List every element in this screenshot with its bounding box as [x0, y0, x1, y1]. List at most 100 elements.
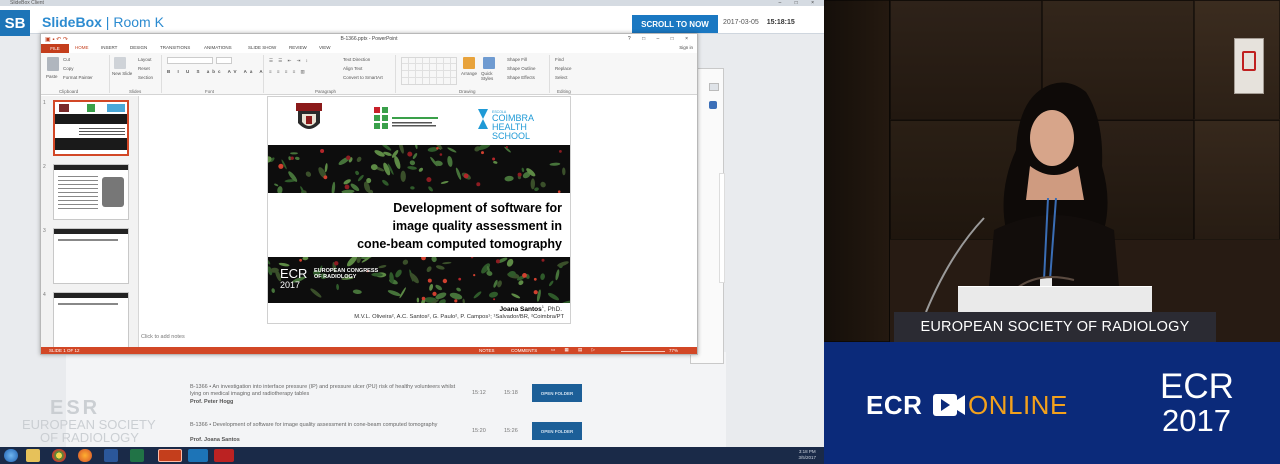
slidebox-taskbar-icon[interactable] [188, 449, 208, 462]
open-folder-button[interactable]: OPEN FOLDER [532, 422, 582, 440]
replace-button[interactable]: Replace [555, 66, 572, 71]
shape-outline-button[interactable]: Shape Outline [507, 66, 536, 71]
screen-capture: SlideBox Client – □ × SB SlideBox | Room… [0, 0, 824, 464]
wall-panel [1194, 120, 1280, 240]
powerpoint-window-controls[interactable]: ? □ – □ × [628, 34, 693, 44]
thumb-number: 3 [43, 228, 46, 234]
arrange-icon[interactable] [463, 57, 475, 69]
search-icon[interactable] [709, 83, 719, 91]
arrange-button[interactable]: Arrange [461, 71, 477, 76]
health-school-emblem-icon [478, 109, 488, 129]
wall-panel [824, 0, 890, 342]
shapes-gallery[interactable] [401, 57, 457, 85]
ecr-logo-year-big: 2017 [1162, 403, 1231, 438]
text-direction-button[interactable]: Text Direction [343, 57, 370, 62]
font-format-buttons[interactable]: B I U S abc AV Aa A [167, 69, 266, 74]
tab-insert[interactable]: INSERT [101, 45, 117, 50]
tab-review[interactable]: REVIEW [289, 45, 307, 50]
shape-effects-button[interactable]: Shape Effects [507, 75, 535, 80]
ribbon: Paste Cut Copy Format Painter Clipboard … [41, 53, 697, 95]
slide-title-line-2: image quality assessment in [392, 219, 562, 233]
slidebox-header: SlideBox Client – □ × SB SlideBox | Room… [0, 0, 824, 36]
cut-button[interactable]: Cut [63, 57, 70, 62]
slide-affiliations: M.V.L. Oliveira², A.C. Santos², G. Paulo… [354, 314, 564, 320]
quick-styles-button[interactable]: Quick Styles [481, 71, 501, 81]
paragraph-align-buttons[interactable]: ≡ ≡ ≡ ≡ ▥ [269, 69, 307, 75]
scroll-to-now-button[interactable]: SCROLL TO NOW [632, 15, 718, 33]
help-icon[interactable] [709, 101, 717, 109]
sign-in-link[interactable]: Sign in [679, 45, 693, 50]
font-name-box[interactable] [167, 57, 213, 64]
firefox-icon[interactable] [78, 449, 92, 462]
paste-button[interactable]: Paste [46, 74, 58, 79]
acrobat-icon[interactable] [214, 449, 234, 462]
author-degree: , PhD. [543, 306, 562, 314]
word-icon[interactable] [104, 449, 118, 462]
new-slide-button[interactable]: New Slide [112, 71, 132, 76]
taskbar-date: 3/5/2017 [798, 455, 816, 460]
find-button[interactable]: Find [555, 57, 564, 62]
session-speaker: Prof. Joana Santos [190, 437, 240, 443]
thumb-number: 2 [43, 164, 46, 170]
tab-transitions[interactable]: TRANSITIONS [160, 45, 190, 50]
tab-file[interactable]: FILE [41, 44, 69, 53]
session-title: B-1366 • An investigation into interface… [190, 384, 456, 397]
slide-thumbnail-1[interactable] [53, 100, 129, 156]
slide-canvas[interactable]: ESCOLA COIMBRA HEALTH SCHOOL Development… [267, 96, 571, 324]
open-folder-button[interactable]: OPEN FOLDER [532, 384, 582, 402]
table-row: B-1366 • Development of software for ima… [186, 420, 706, 446]
start-icon[interactable] [4, 449, 18, 462]
window-controls[interactable]: – □ × [779, 0, 821, 6]
chrome-icon[interactable] [52, 449, 66, 462]
thumb-header [54, 165, 128, 170]
laptop [958, 286, 1152, 312]
convert-smartart-button[interactable]: Convert to SmartArt [343, 75, 383, 80]
powerpoint-taskbar-icon[interactable] [158, 449, 182, 462]
author-name: Joana Santos [499, 306, 542, 314]
align-text-button[interactable]: Align Text [343, 66, 362, 71]
font-size-box[interactable] [216, 57, 232, 64]
brand: SlideBox | Room K [42, 14, 164, 30]
thumb-banner [55, 114, 127, 124]
slide-thumbnails-pane: 1 2 3 4 [41, 96, 139, 348]
slide-thumbnail-4[interactable] [53, 292, 129, 348]
new-slide-icon[interactable] [114, 57, 126, 69]
emergency-exit-icon [1242, 51, 1256, 71]
copy-button[interactable]: Copy [63, 66, 74, 71]
tab-view[interactable]: VIEW [319, 45, 331, 50]
ecr-logo-text: ECR [280, 266, 308, 281]
thumb-header [54, 229, 128, 234]
paragraph-list-buttons[interactable]: ☰ ☰ ⇤ ⇥ ↕ [269, 58, 310, 64]
brand-name: SlideBox [42, 14, 102, 30]
group-editing-label: Editing [557, 89, 571, 94]
tab-animations[interactable]: ANIMATIONS [204, 45, 232, 50]
select-button[interactable]: Select [555, 75, 568, 80]
ecr-congress-logo: ECR 2017 EUROPEAN CONGRESS OF RADIOLOGY [280, 266, 378, 290]
tab-slide-show[interactable]: SLIDE SHOW [248, 45, 276, 50]
reset-button[interactable]: Reset [138, 66, 150, 71]
slide-thumbnail-2[interactable] [53, 164, 129, 220]
shape-fill-button[interactable]: Shape Fill [507, 57, 527, 62]
tab-home[interactable]: HOME [75, 45, 89, 50]
quick-styles-icon[interactable] [483, 57, 495, 69]
comments-button[interactable]: COMMENTS [511, 348, 537, 353]
notes-button[interactable]: NOTES [479, 348, 495, 353]
layout-button[interactable]: Layout [138, 57, 152, 62]
file-explorer-icon[interactable] [26, 449, 40, 462]
slide-thumbnail-3[interactable] [53, 228, 129, 284]
thumb-text [58, 174, 98, 212]
ribbon-separator [395, 55, 396, 93]
document-title: B-1366.pptx - PowerPoint [340, 36, 398, 42]
group-font-label: Font [205, 89, 215, 94]
notes-placeholder[interactable]: Click to add notes [141, 334, 185, 340]
format-painter-button[interactable]: Format Painter [63, 75, 93, 80]
thumb-logos [59, 104, 125, 112]
ecr-logo-big: ECR [1160, 367, 1234, 406]
view-buttons[interactable]: ▭ ▦ ▤ ▷ [551, 347, 599, 353]
section-button[interactable]: Section [138, 75, 153, 80]
tab-design[interactable]: DESIGN [130, 45, 147, 50]
powerpoint-window: ▣ ▪ ↶ ↷ B-1366.pptx - PowerPoint ? □ – □… [40, 33, 698, 355]
paste-icon[interactable] [47, 57, 59, 71]
zoom-slider[interactable] [621, 351, 665, 352]
excel-icon[interactable] [130, 449, 144, 462]
